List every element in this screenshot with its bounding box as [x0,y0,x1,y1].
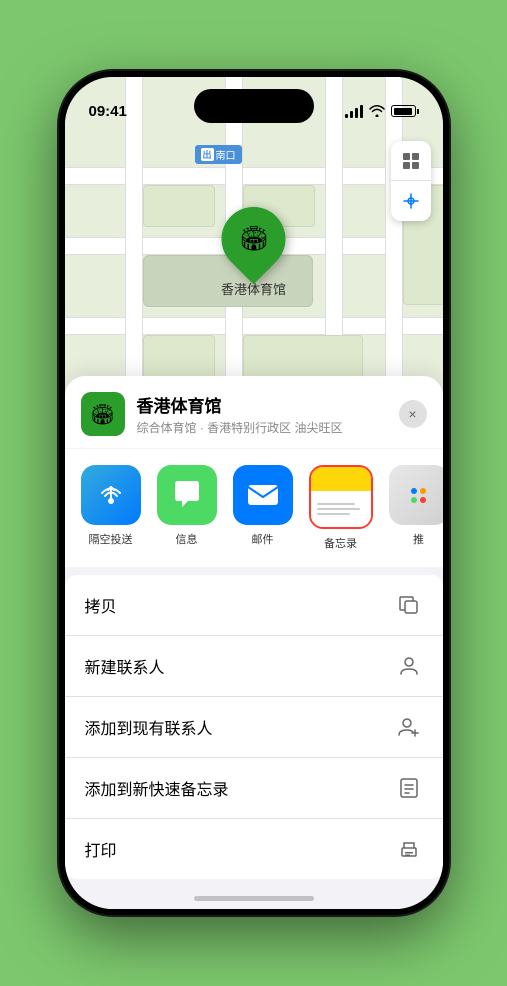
action-print-label: 打印 [85,837,117,861]
notes-label: 备忘录 [324,535,357,551]
person-add-icon [395,713,423,741]
person-icon [395,652,423,680]
action-copy[interactable]: 拷贝 [65,575,443,636]
map-type-button[interactable] [391,141,431,181]
share-item-messages[interactable]: 信息 [157,465,217,551]
copy-icon [395,591,423,619]
note-icon [395,774,423,802]
print-icon [395,835,423,863]
close-button[interactable]: × [399,400,427,428]
sheet-header: 🏟 香港体育馆 综合体育馆 · 香港特别行政区 油尖旺区 × [65,376,443,448]
airdrop-label: 隔空投送 [89,531,133,547]
share-row: 隔空投送 信息 [65,449,443,567]
south-exit-label: 出 南口 [195,145,242,164]
phone-frame: 09:41 [59,71,449,915]
messages-icon [157,465,217,525]
action-copy-label: 拷贝 [85,593,117,617]
battery-icon [391,105,419,117]
notes-icon [311,467,371,527]
share-item-more[interactable]: 推 [389,465,443,551]
share-item-notes[interactable]: 备忘录 [309,465,373,551]
action-new-contact-label: 新建联系人 [85,654,165,678]
location-pin: 🏟 香港体育馆 [221,207,286,298]
action-quick-note-label: 添加到新快速备忘录 [85,776,229,800]
dynamic-island [194,89,314,123]
action-add-existing-label: 添加到现有联系人 [85,715,213,739]
mail-icon [233,465,293,525]
action-print[interactable]: 打印 [65,819,443,879]
action-new-contact[interactable]: 新建联系人 [65,636,443,697]
status-time: 09:41 [89,103,127,120]
venue-name: 香港体育馆 [137,392,387,417]
messages-label: 信息 [176,531,198,547]
location-button[interactable] [391,181,431,221]
more-label: 推 [413,531,424,547]
map-controls [391,141,431,221]
wifi-icon [369,105,385,117]
bottom-sheet: 🏟 香港体育馆 综合体育馆 · 香港特别行政区 油尖旺区 × [65,376,443,909]
venue-icon: 🏟 [81,392,125,436]
share-item-mail[interactable]: 邮件 [233,465,293,551]
action-add-existing[interactable]: 添加到现有联系人 [65,697,443,758]
home-indicator [194,896,314,901]
action-quick-note[interactable]: 添加到新快速备忘录 [65,758,443,819]
status-icons [345,105,419,118]
venue-info: 香港体育馆 综合体育馆 · 香港特别行政区 油尖旺区 [137,392,387,436]
signal-icon [345,105,363,118]
venue-subtitle: 综合体育馆 · 香港特别行政区 油尖旺区 [137,419,387,436]
share-item-airdrop[interactable]: 隔空投送 [81,465,141,551]
action-list: 拷贝 新建联系人 [65,575,443,879]
phone-screen: 09:41 [65,77,443,909]
airdrop-icon [81,465,141,525]
more-icon [389,465,443,525]
mail-label: 邮件 [252,531,274,547]
